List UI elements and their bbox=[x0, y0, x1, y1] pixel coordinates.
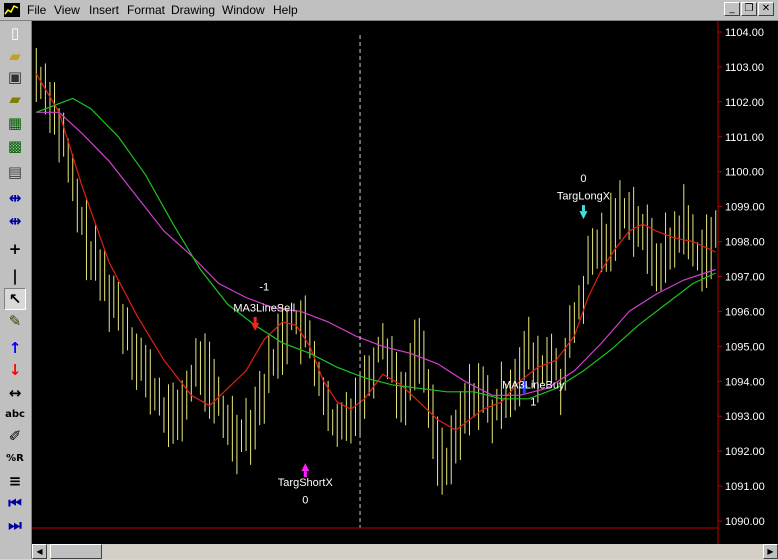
menu-view[interactable]: View bbox=[54, 3, 80, 17]
save-stack-icon[interactable]: ▣ bbox=[4, 66, 26, 88]
y-tick-label: 1102.00 bbox=[725, 97, 764, 109]
buy-arrow-icon[interactable]: ↑ bbox=[4, 337, 26, 359]
y-tick-label: 1091.00 bbox=[725, 481, 765, 493]
signal-label: 0 bbox=[302, 495, 308, 507]
long-exit-marker-icon bbox=[579, 211, 588, 220]
signal-label: 1 bbox=[530, 397, 536, 409]
y-tick-label: 1103.00 bbox=[725, 62, 764, 74]
y-tick-label: 1093.00 bbox=[725, 411, 765, 423]
sell-arrow-icon[interactable]: ↓ bbox=[4, 359, 26, 381]
close-button[interactable]: ✕ bbox=[758, 2, 774, 16]
app-icon[interactable] bbox=[3, 2, 21, 18]
y-tick-label: 1095.00 bbox=[725, 341, 765, 353]
pointer-icon[interactable]: ↖ bbox=[4, 288, 26, 310]
zoom-out-icon[interactable]: ⇹ bbox=[4, 210, 26, 232]
menu-help[interactable]: Help bbox=[273, 3, 298, 17]
y-tick-label: 1099.00 bbox=[725, 202, 765, 214]
vertical-line-icon[interactable]: | bbox=[4, 265, 26, 287]
price-chart[interactable]: 1090.00 1091.00 1092.00 1093.00 1094.00 1095.… bbox=[32, 21, 778, 544]
sell-marker-stem bbox=[253, 316, 257, 323]
open-workspace-icon[interactable]: ▰ bbox=[4, 88, 26, 110]
menu-format[interactable]: Format bbox=[127, 3, 165, 17]
signal-label: MA3LineSell bbox=[233, 302, 295, 314]
first-bar-icon[interactable]: ⏮ bbox=[4, 492, 26, 514]
minimize-button[interactable]: _ bbox=[724, 2, 740, 16]
y-tick-label: 1097.00 bbox=[725, 272, 765, 284]
menu-bar: File View Insert Format Drawing Window Help _ … bbox=[0, 0, 778, 21]
menu-drawing[interactable]: Drawing bbox=[171, 3, 215, 17]
mid-ma-line bbox=[36, 111, 716, 396]
horizontal-arrows-icon[interactable]: ↔ bbox=[4, 382, 26, 404]
percent-retracement-icon[interactable]: %R bbox=[4, 447, 26, 469]
signal-label: TargShortX bbox=[278, 477, 334, 489]
signal-label: MA3LineBuy bbox=[502, 379, 565, 391]
open-folder-icon[interactable]: ▰ bbox=[4, 45, 26, 67]
y-tick-label: 1101.00 bbox=[725, 132, 764, 144]
new-document-icon[interactable]: ▯ bbox=[4, 22, 26, 44]
menu-window[interactable]: Window bbox=[222, 3, 265, 17]
drawing-toolbar: ▯ ▰ ▣ ▰ ▦ ▩ ▤ ⇹ ⇹ + | ↖ ✎ ↑ ↓ ↔ abc ✐ %R ≡ ⏮ ⏭ bbox=[0, 21, 32, 559]
long-exit-marker-stem bbox=[581, 205, 585, 212]
scroll-thumb[interactable] bbox=[50, 544, 102, 559]
scroll-right-button[interactable]: ▶ bbox=[763, 544, 778, 559]
y-tick-label: 1094.00 bbox=[725, 376, 765, 388]
chart-window-icon[interactable]: ▦ bbox=[4, 112, 26, 134]
last-bar-icon[interactable]: ⏭ bbox=[4, 514, 26, 536]
chart-area[interactable]: 1090.00 1091.00 1092.00 1093.00 1094.00 1095.… bbox=[32, 21, 778, 544]
print-icon[interactable]: ▤ bbox=[4, 161, 26, 183]
y-tick-label: 1104.00 bbox=[725, 27, 764, 39]
y-tick-label: 1096.00 bbox=[725, 306, 765, 318]
indicator-icon[interactable]: ▩ bbox=[4, 135, 26, 157]
text-tool-icon[interactable]: abc bbox=[4, 403, 26, 425]
y-tick-label: 1098.00 bbox=[725, 237, 765, 249]
horizontal-scrollbar[interactable]: ◀ ▶ bbox=[32, 544, 778, 559]
y-tick-label: 1100.00 bbox=[725, 167, 764, 179]
signal-label: -1 bbox=[259, 281, 269, 293]
zoom-in-icon[interactable]: ⇹ bbox=[4, 187, 26, 209]
y-tick-label: 1090.00 bbox=[725, 516, 765, 528]
note-icon[interactable]: ✎ bbox=[4, 310, 26, 332]
price-bars bbox=[35, 48, 717, 495]
signal-label: 0 bbox=[580, 173, 586, 185]
restore-button[interactable]: ❐ bbox=[741, 2, 757, 16]
menu-insert[interactable]: Insert bbox=[89, 3, 119, 17]
scroll-left-button[interactable]: ◀ bbox=[32, 544, 47, 559]
pencil-icon[interactable]: ✐ bbox=[4, 425, 26, 447]
short-exit-marker-icon bbox=[301, 463, 310, 472]
equal-lines-icon[interactable]: ≡ bbox=[4, 470, 26, 492]
menu-file[interactable]: File bbox=[27, 3, 46, 17]
slow-ma-line bbox=[36, 97, 716, 400]
y-tick-label: 1092.00 bbox=[725, 446, 765, 458]
crosshair-icon[interactable]: + bbox=[4, 238, 26, 260]
fast-ma-line bbox=[35, 73, 716, 431]
signal-label: TargLongX bbox=[557, 191, 611, 203]
